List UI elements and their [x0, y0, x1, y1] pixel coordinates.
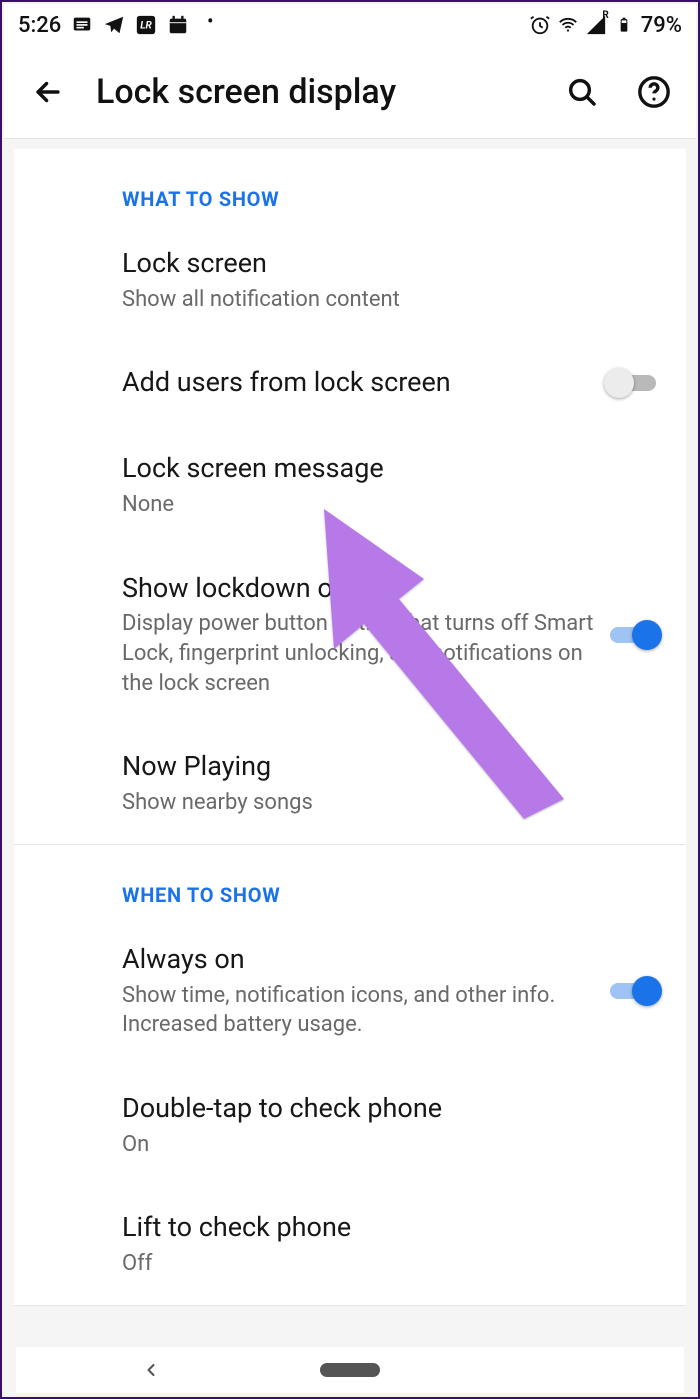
- nav-back-button[interactable]: [136, 1355, 166, 1385]
- notif-more-icon: •: [199, 10, 221, 32]
- battery-percent: 79%: [641, 13, 682, 38]
- setting-always-on[interactable]: Always on Show time, notification icons,…: [14, 917, 686, 1066]
- toggle-show-lockdown[interactable]: [606, 619, 660, 651]
- search-button[interactable]: [560, 70, 604, 114]
- setting-double-tap[interactable]: Double-tap to check phone On: [14, 1066, 686, 1185]
- alarm-icon: [529, 14, 551, 36]
- notif-chat-icon: [71, 14, 93, 36]
- notif-calendar-icon: [167, 14, 189, 36]
- status-time: 5:26: [18, 13, 61, 38]
- section-header: WHEN TO SHOW: [14, 845, 686, 917]
- setting-title: Lock screen: [122, 247, 650, 281]
- setting-show-lockdown[interactable]: Show lockdown option Display power butto…: [14, 546, 686, 725]
- page-title: Lock screen display: [96, 72, 396, 112]
- setting-subtitle: Show time, notification icons, and other…: [122, 981, 596, 1040]
- setting-subtitle: Display power button option that turns o…: [122, 609, 596, 698]
- signal-icon: R: [585, 14, 607, 36]
- section-when-to-show: WHEN TO SHOW Always on Show time, notifi…: [14, 845, 686, 1306]
- setting-subtitle: Show nearby songs: [122, 788, 650, 818]
- toggle-always-on[interactable]: [606, 975, 660, 1007]
- screen: 5:26 LR • R: [4, 4, 696, 1395]
- system-nav-bar: [16, 1347, 684, 1393]
- setting-now-playing[interactable]: Now Playing Show nearby songs: [14, 724, 686, 843]
- notif-lr-icon: LR: [135, 14, 157, 36]
- svg-text:LR: LR: [141, 21, 153, 32]
- setting-lock-screen[interactable]: Lock screen Show all notification conten…: [14, 221, 686, 340]
- status-bar: 5:26 LR • R: [4, 4, 696, 46]
- notif-telegram-icon: [103, 14, 125, 36]
- nav-home-pill[interactable]: [320, 1363, 380, 1377]
- setting-subtitle: None: [122, 490, 650, 520]
- settings-content: WHAT TO SHOW Lock screen Show all notifi…: [4, 138, 696, 1395]
- setting-add-users[interactable]: Add users from lock screen: [14, 340, 686, 426]
- setting-title: Always on: [122, 943, 596, 977]
- setting-title: Double-tap to check phone: [122, 1092, 650, 1126]
- setting-lock-screen-message[interactable]: Lock screen message None: [14, 426, 686, 545]
- help-button[interactable]: [632, 70, 676, 114]
- setting-title: Now Playing: [122, 750, 650, 784]
- setting-subtitle: Show all notification content: [122, 285, 650, 315]
- section-what-to-show: WHAT TO SHOW Lock screen Show all notifi…: [14, 149, 686, 845]
- setting-title: Add users from lock screen: [122, 366, 596, 400]
- setting-lift-to-check[interactable]: Lift to check phone Off: [14, 1185, 686, 1304]
- app-bar: Lock screen display: [4, 46, 696, 138]
- wifi-icon: [557, 14, 579, 36]
- setting-subtitle: Off: [122, 1249, 650, 1279]
- battery-icon: [613, 14, 635, 36]
- setting-title: Show lockdown option: [122, 572, 596, 606]
- setting-title: Lock screen message: [122, 452, 650, 486]
- back-button[interactable]: [28, 72, 68, 112]
- setting-title: Lift to check phone: [122, 1211, 650, 1245]
- toggle-add-users[interactable]: [606, 367, 660, 399]
- section-header: WHAT TO SHOW: [14, 149, 686, 221]
- setting-subtitle: On: [122, 1130, 650, 1160]
